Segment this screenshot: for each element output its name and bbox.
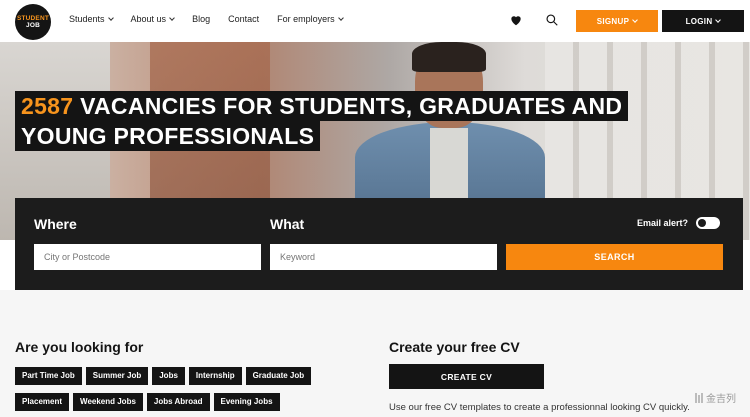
nav-item-for-employers[interactable]: For employers bbox=[277, 14, 344, 24]
hero-photo-person-hair bbox=[412, 42, 486, 72]
nav-item-about-us[interactable]: About us bbox=[131, 14, 175, 24]
chevron-down-icon bbox=[632, 16, 639, 23]
where-input[interactable] bbox=[34, 244, 261, 270]
vacancy-count: 2587 bbox=[21, 93, 74, 119]
watermark-text: 金吉列 bbox=[706, 394, 736, 405]
search-icon[interactable] bbox=[545, 13, 559, 27]
main-nav: Students About us Blog Contact For emplo… bbox=[69, 14, 361, 24]
tag-internship[interactable]: Internship bbox=[188, 367, 242, 385]
headline-line-2: YOUNG PROFESSIONALS bbox=[15, 121, 321, 151]
create-cv-heading: Create your free CV bbox=[389, 339, 520, 355]
logo-text-line2: JOB bbox=[26, 22, 40, 29]
logo[interactable]: STUDENT JOB bbox=[15, 4, 51, 40]
watermark: 金吉列 bbox=[694, 390, 736, 405]
signup-button[interactable]: SIGNUP bbox=[576, 10, 658, 32]
logo-text-line1: STUDENT bbox=[16, 15, 50, 22]
nav-item-blog[interactable]: Blog bbox=[192, 14, 210, 24]
email-alert: Email alert? bbox=[637, 217, 721, 229]
create-cv-button[interactable]: CREATE CV bbox=[389, 364, 544, 389]
watermark-logo-icon bbox=[695, 392, 703, 403]
chevron-down-icon bbox=[337, 14, 344, 21]
email-alert-toggle[interactable] bbox=[696, 217, 721, 229]
headline-text: VACANCIES FOR STUDENTS, GRADUATES AND bbox=[80, 93, 623, 119]
email-alert-label: Email alert? bbox=[637, 218, 689, 228]
login-button[interactable]: LOGIN bbox=[662, 10, 744, 32]
tag-weekend-jobs[interactable]: Weekend Jobs bbox=[73, 393, 143, 411]
nav-label: For employers bbox=[277, 14, 335, 24]
hero-headline: 2587 VACANCIES FOR STUDENTS, GRADUATES A… bbox=[15, 91, 629, 151]
heart-icon[interactable] bbox=[509, 13, 523, 27]
nav-label: Blog bbox=[192, 14, 211, 24]
looking-for-heading: Are you looking for bbox=[15, 339, 144, 355]
where-label: Where bbox=[34, 216, 77, 232]
tag-jobs[interactable]: Jobs bbox=[152, 367, 185, 385]
tag-graduate-job[interactable]: Graduate Job bbox=[245, 367, 312, 385]
tag-evening-jobs[interactable]: Evening Jobs bbox=[213, 393, 280, 411]
create-cv-description: Use our free CV templates to create a pr… bbox=[389, 402, 690, 413]
what-input[interactable] bbox=[270, 244, 497, 270]
chevron-down-icon bbox=[715, 16, 722, 23]
login-label: LOGIN bbox=[685, 16, 713, 26]
what-label: What bbox=[270, 216, 305, 232]
nav-item-students[interactable]: Students bbox=[69, 14, 114, 24]
nav-label: Students bbox=[69, 14, 105, 24]
search-panel: Where What Email alert? SEARCH bbox=[15, 198, 743, 290]
tag-part-time-job[interactable]: Part Time Job bbox=[15, 367, 82, 385]
search-button[interactable]: SEARCH bbox=[506, 244, 723, 270]
signup-label: SIGNUP bbox=[596, 16, 630, 26]
chevron-down-icon bbox=[169, 14, 175, 21]
tag-jobs-abroad[interactable]: Jobs Abroad bbox=[146, 393, 210, 411]
site-header: STUDENT JOB Students About us Blog Conta… bbox=[0, 0, 750, 42]
nav-label: About us bbox=[130, 14, 167, 24]
headline-line-1: 2587 VACANCIES FOR STUDENTS, GRADUATES A… bbox=[15, 91, 629, 121]
chevron-down-icon bbox=[107, 14, 114, 21]
job-type-tags: Part Time Job Summer Job Jobs Internship Gra… bbox=[15, 365, 335, 417]
tag-summer-job[interactable]: Summer Job bbox=[85, 367, 149, 385]
nav-item-contact[interactable]: Contact bbox=[228, 14, 259, 24]
nav-label: Contact bbox=[228, 14, 260, 24]
tag-placement[interactable]: Placement bbox=[15, 393, 70, 411]
